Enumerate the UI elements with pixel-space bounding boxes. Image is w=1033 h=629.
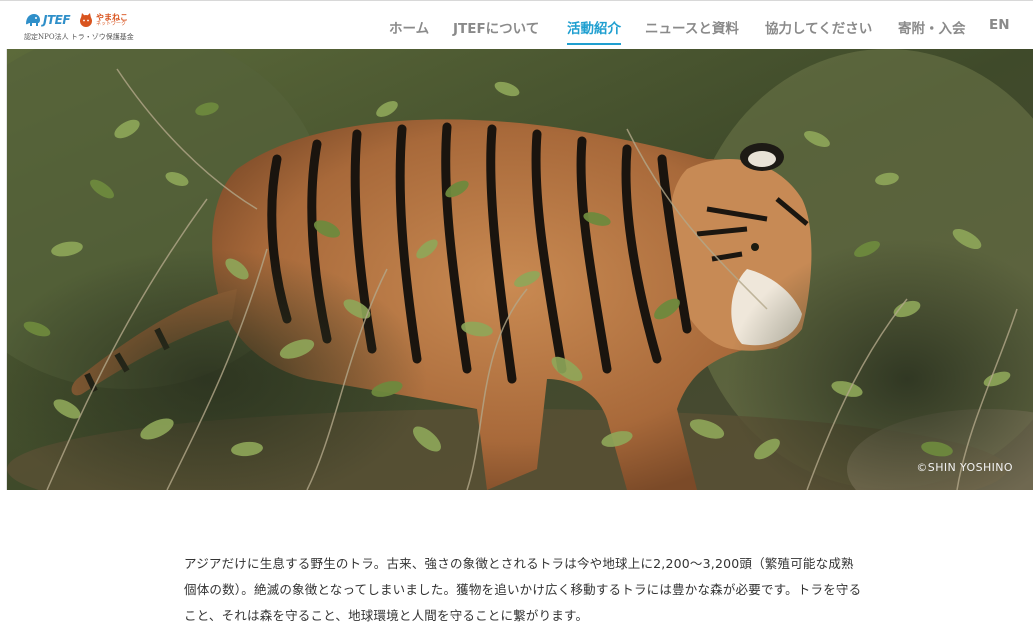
nav-english[interactable]: EN	[989, 17, 1010, 33]
nav-home[interactable]: ホーム	[389, 17, 429, 37]
nav-news-resources[interactable]: ニュースと資料	[645, 17, 739, 37]
nav-donate-join[interactable]: 寄附・入会	[898, 17, 966, 37]
nav-activities[interactable]: 活動紹介	[567, 17, 621, 45]
page-left-edge	[0, 49, 7, 490]
photo-credit: ©SHIN YOSHINO	[916, 461, 1013, 474]
site-header: JTEF やまねこ ネットワーク 認定NPO法人 トラ・ゾウ保護基金 ホーム J…	[0, 0, 1033, 49]
intro-paragraph: アジアだけに生息する野生のトラ。古来、強さの象徴とされるトラは今や地球上に2,2…	[184, 555, 862, 623]
tiger-photo	[7, 49, 1033, 490]
nav-about-jtef[interactable]: JTEFについて	[453, 17, 539, 37]
nav-please-help[interactable]: 協力してください	[765, 17, 872, 37]
main-nav: ホーム JTEFについて 活動紹介 ニュースと資料 協力してください 寄附・入会…	[0, 1, 1033, 50]
page: JTEF やまねこ ネットワーク 認定NPO法人 トラ・ゾウ保護基金 ホーム J…	[0, 0, 1033, 629]
hero-image: ©SHIN YOSHINO	[7, 49, 1033, 490]
